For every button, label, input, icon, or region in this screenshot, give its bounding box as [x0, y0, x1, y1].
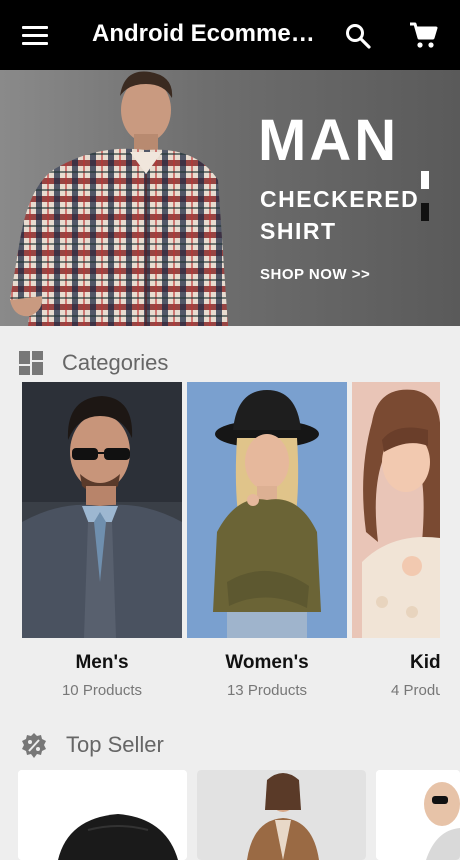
- section-title: Categories: [62, 350, 169, 375]
- menu-icon[interactable]: [22, 24, 48, 46]
- category-card-women[interactable]: Women's 13 Products: [187, 382, 347, 702]
- dashboard-icon: [18, 350, 44, 376]
- banner-subline: CHECKERED: [260, 186, 420, 212]
- product-card[interactable]: [18, 770, 187, 860]
- category-image-men: [22, 382, 182, 638]
- shopping-cart-icon[interactable]: [408, 20, 438, 50]
- product-image-sunglasses: [376, 770, 460, 860]
- category-image-kids: [352, 382, 440, 638]
- categories-header: Categories: [0, 344, 460, 380]
- category-name: Kid's: [410, 652, 440, 673]
- search-icon[interactable]: [344, 22, 372, 50]
- category-card-kids[interactable]: Kid's 4 Products: [352, 382, 440, 702]
- product-image-cap: [18, 770, 187, 860]
- product-card[interactable]: [197, 770, 366, 860]
- category-product-count: 4 Products: [391, 682, 440, 699]
- section-title: Top Seller: [66, 732, 164, 757]
- slide-indicator-active[interactable]: [421, 171, 429, 189]
- category-image-women: [187, 382, 347, 638]
- category-card-men[interactable]: Men's 10 Products: [22, 382, 182, 702]
- banner-subline: SHIRT: [260, 218, 337, 244]
- shop-now-link[interactable]: SHOP NOW >>: [260, 266, 370, 283]
- category-product-count: 13 Products: [226, 682, 308, 699]
- category-name: Men's: [75, 652, 129, 673]
- category-product-count: 10 Products: [61, 682, 143, 699]
- top-seller-header: Top Seller: [0, 726, 460, 762]
- discount-badge-icon: [20, 732, 46, 758]
- category-name: Women's: [225, 652, 309, 673]
- banner-model-image: [0, 70, 240, 326]
- slide-indicator[interactable]: [421, 203, 429, 221]
- app-title: Android Ecommerce: [92, 20, 324, 47]
- product-image-jacket: [197, 770, 366, 860]
- app-bar: Android Ecommerce: [0, 0, 460, 70]
- banner-headline: MAN: [258, 108, 400, 173]
- promo-banner[interactable]: MAN CHECKERED SHIRT SHOP NOW >>: [0, 70, 460, 326]
- product-card[interactable]: [376, 770, 460, 860]
